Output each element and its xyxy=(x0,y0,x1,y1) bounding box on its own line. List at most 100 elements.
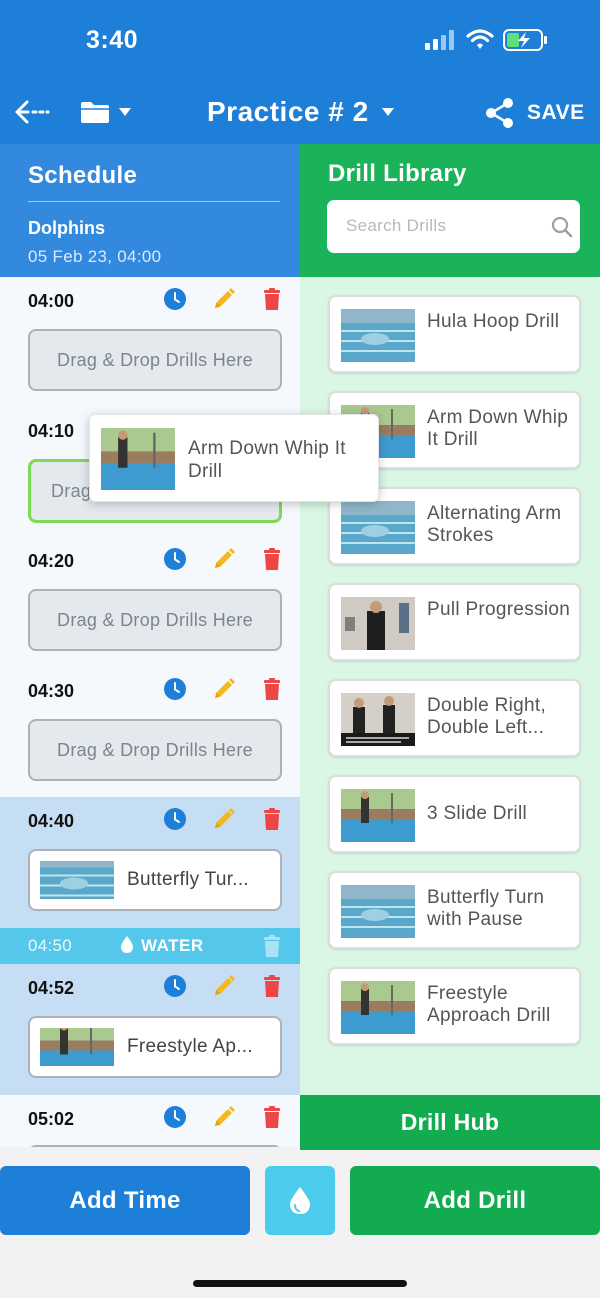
schedule-heading: Schedule xyxy=(28,162,138,189)
drill-library-header: Drill Library Search Drills xyxy=(300,144,600,277)
pencil-icon[interactable] xyxy=(212,807,236,831)
pencil-icon[interactable] xyxy=(212,547,236,571)
folder-icon[interactable] xyxy=(80,100,110,124)
water-break-time: 04:50 xyxy=(28,936,73,955)
scheduled-drill-card[interactable]: Freestyle Ap... xyxy=(28,1016,282,1078)
library-drill-name: Freestyle Approach Drill xyxy=(427,983,551,1026)
clock-icon[interactable] xyxy=(163,287,187,311)
library-drill-name: 3 Slide Drill xyxy=(427,803,527,824)
water-break-label: WATER xyxy=(141,936,204,955)
library-drill-card[interactable]: Pull Progression xyxy=(328,583,581,661)
trash-icon[interactable] xyxy=(260,807,284,831)
bottom-action-bar: Add Time Add Drill xyxy=(0,1150,600,1298)
slot-time: 04:20 xyxy=(28,551,75,571)
time-slot: 04:52 Freestyle Ap... xyxy=(0,964,300,1095)
slot-time: 04:10 xyxy=(28,421,75,441)
status-time: 3:40 xyxy=(86,26,139,54)
time-slot: 04:20 Drag & Drop Drills Here xyxy=(0,537,300,667)
clock-icon[interactable] xyxy=(163,547,187,571)
clock-icon[interactable] xyxy=(163,807,187,831)
library-drill-name: Butterfly Turn with Pause xyxy=(427,887,545,930)
add-time-button[interactable]: Add Time xyxy=(0,1166,250,1235)
water-drop-icon xyxy=(289,1187,311,1214)
pencil-icon[interactable] xyxy=(212,677,236,701)
time-slot: 04:00 Drag & Drop Drills Here xyxy=(0,277,300,407)
nav-bar: Practice # 2 SAVE xyxy=(0,80,600,144)
scheduled-drill-card[interactable]: Butterfly Tur... xyxy=(28,849,282,911)
page-title[interactable]: Practice # 2 xyxy=(207,96,369,128)
slot-time: 05:02 xyxy=(28,1109,75,1129)
drill-thumbnail xyxy=(341,693,415,746)
schedule-header: Schedule Dolphins 05 Feb 23, 04:00 xyxy=(0,144,300,277)
schedule-list[interactable]: 04:00 Drag & Drop Drills Here 04:10 Drag… xyxy=(0,277,300,1147)
time-slot: 04:30 Drag & Drop Drills Here xyxy=(0,667,300,797)
add-drill-button[interactable]: Add Drill xyxy=(350,1166,600,1235)
search-icon[interactable] xyxy=(551,216,573,238)
drill-thumbnail xyxy=(341,981,415,1034)
library-drill-card[interactable]: Hula Hoop Drill xyxy=(328,295,581,373)
pencil-icon[interactable] xyxy=(212,974,236,998)
library-drill-card[interactable]: Double Right, Double Left... xyxy=(328,679,581,757)
add-water-break-button[interactable] xyxy=(265,1166,335,1235)
clock-icon[interactable] xyxy=(163,677,187,701)
drill-drop-zone[interactable]: Drag & Drop Drills Here xyxy=(28,329,282,391)
share-icon[interactable] xyxy=(484,97,516,129)
clock-icon[interactable] xyxy=(163,974,187,998)
library-drill-card[interactable]: 3 Slide Drill xyxy=(328,775,581,853)
library-drill-card[interactable]: Freestyle Approach Drill xyxy=(328,967,581,1045)
pencil-icon[interactable] xyxy=(212,287,236,311)
drill-drop-zone[interactable]: Drag & Drop Drills Here xyxy=(28,589,282,651)
battery-charging-icon xyxy=(503,29,547,51)
cellular-signal-icon xyxy=(425,30,454,50)
practice-date: 05 Feb 23, 04:00 xyxy=(28,247,162,266)
drill-library-heading: Drill Library xyxy=(328,160,467,187)
divider xyxy=(28,201,280,202)
drill-drop-zone[interactable]: Drag & Drop Drills Here xyxy=(28,719,282,781)
water-break-row[interactable]: 04:50 WATER xyxy=(0,928,300,964)
water-drop-icon xyxy=(120,936,134,953)
dragging-drill-card[interactable]: Arm Down Whip It Drill xyxy=(89,414,379,502)
trash-icon[interactable] xyxy=(260,287,284,311)
dragging-drill-name: Arm Down Whip It Drill xyxy=(188,438,346,482)
drill-thumbnail xyxy=(101,428,175,490)
search-input[interactable]: Search Drills xyxy=(327,200,580,253)
home-indicator[interactable] xyxy=(193,1280,407,1287)
drill-hub-button[interactable]: Drill Hub xyxy=(300,1095,600,1150)
drill-thumbnail xyxy=(341,501,415,554)
slot-time: 04:52 xyxy=(28,978,75,998)
drill-thumbnail xyxy=(341,597,415,650)
library-drill-card[interactable]: Butterfly Turn with Pause xyxy=(328,871,581,949)
clock-icon[interactable] xyxy=(163,1105,187,1129)
drill-library-list[interactable]: Hula Hoop Drill Arm Down Whip It Drill A… xyxy=(300,277,600,1095)
drill-thumbnail xyxy=(341,789,415,842)
drill-thumbnail xyxy=(40,1028,114,1066)
drill-drop-zone[interactable] xyxy=(28,1145,282,1147)
library-drill-name: Hula Hoop Drill xyxy=(427,311,560,332)
library-drill-name: Arm Down Whip It Drill xyxy=(427,407,569,450)
trash-icon[interactable] xyxy=(260,934,284,958)
save-button[interactable]: SAVE xyxy=(527,101,585,125)
library-drill-name: Pull Progression xyxy=(427,599,571,620)
wifi-icon xyxy=(466,29,494,49)
trash-icon[interactable] xyxy=(260,547,284,571)
trash-icon[interactable] xyxy=(260,677,284,701)
library-drill-name: Double Right, Double Left... xyxy=(427,695,547,738)
slot-time: 04:30 xyxy=(28,681,75,701)
back-arrow-icon[interactable] xyxy=(14,98,50,126)
time-slot: 05:02 xyxy=(0,1095,300,1147)
trash-icon[interactable] xyxy=(260,974,284,998)
trash-icon[interactable] xyxy=(260,1105,284,1129)
library-drill-name: Alternating Arm Strokes xyxy=(427,503,562,546)
drill-thumbnail xyxy=(40,861,114,899)
search-placeholder: Search Drills xyxy=(346,216,447,235)
team-name: Dolphins xyxy=(28,218,105,238)
title-chevron-down-icon[interactable] xyxy=(382,108,394,116)
chevron-down-icon[interactable] xyxy=(119,108,131,116)
slot-time: 04:40 xyxy=(28,811,75,831)
scheduled-drill-name: Freestyle Ap... xyxy=(127,1036,253,1057)
status-bar: 3:40 xyxy=(0,0,600,80)
scheduled-drill-name: Butterfly Tur... xyxy=(127,869,250,890)
pencil-icon[interactable] xyxy=(212,1105,236,1129)
drill-thumbnail xyxy=(341,309,415,362)
time-slot: 04:40 Butterfly Tur... xyxy=(0,797,300,928)
